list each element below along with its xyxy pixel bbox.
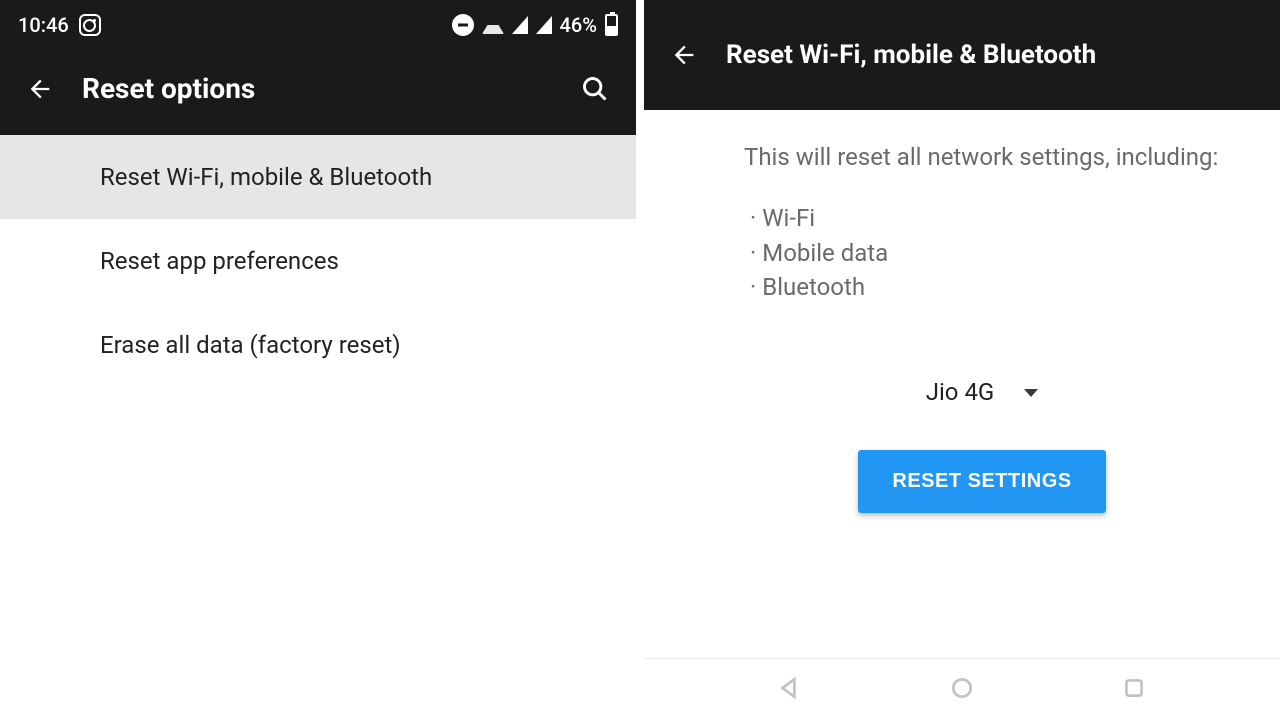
statusbar: 10:46 46% [0, 0, 636, 50]
page-title: Reset options [82, 72, 552, 105]
list-item-reset-network[interactable]: Reset Wi-Fi, mobile & Bluetooth [0, 135, 636, 219]
page-title: Reset Wi-Fi, mobile & Bluetooth [726, 40, 1254, 70]
explain-text: This will reset all network settings, in… [744, 140, 1220, 175]
content: This will reset all network settings, in… [644, 110, 1280, 658]
back-arrow-icon[interactable] [26, 75, 54, 103]
battery-percent: 46% [560, 13, 597, 37]
status-time: 10:46 [18, 13, 69, 37]
wifi-icon [482, 16, 504, 34]
panel-reset-network-detail: Reset Wi-Fi, mobile & Bluetooth This wil… [640, 0, 1280, 720]
panel-reset-options: 10:46 46% Reset options Reset Wi-Fi, mob… [0, 0, 640, 720]
list-item-reset-app-prefs[interactable]: Reset app preferences [0, 219, 636, 303]
android-navbar [644, 658, 1280, 720]
nav-back-icon[interactable] [777, 675, 803, 705]
chevron-down-icon [1024, 389, 1038, 397]
bullet-bluetooth: Bluetooth [750, 270, 1220, 305]
bullet-list: Wi-Fi Mobile data Bluetooth [750, 201, 1220, 305]
bullet-wifi: Wi-Fi [750, 201, 1220, 236]
instagram-icon [79, 14, 101, 36]
appbar-reset-network: Reset Wi-Fi, mobile & Bluetooth [644, 0, 1280, 110]
nav-recent-icon[interactable] [1121, 675, 1147, 705]
reset-settings-button[interactable]: RESET SETTINGS [858, 450, 1105, 513]
battery-icon [605, 14, 618, 36]
sim-selector[interactable]: Jio 4G [744, 375, 1220, 410]
sim-selected-label: Jio 4G [926, 375, 995, 410]
list-item-factory-reset[interactable]: Erase all data (factory reset) [0, 303, 636, 387]
dnd-icon [452, 14, 474, 36]
signal-icon-1 [512, 16, 528, 34]
signal-icon-2 [536, 16, 552, 34]
back-arrow-icon[interactable] [670, 41, 698, 69]
nav-home-icon[interactable] [949, 675, 975, 705]
appbar-reset-options: Reset options [0, 50, 636, 135]
bullet-mobile-data: Mobile data [750, 236, 1220, 271]
search-icon[interactable] [580, 74, 610, 104]
